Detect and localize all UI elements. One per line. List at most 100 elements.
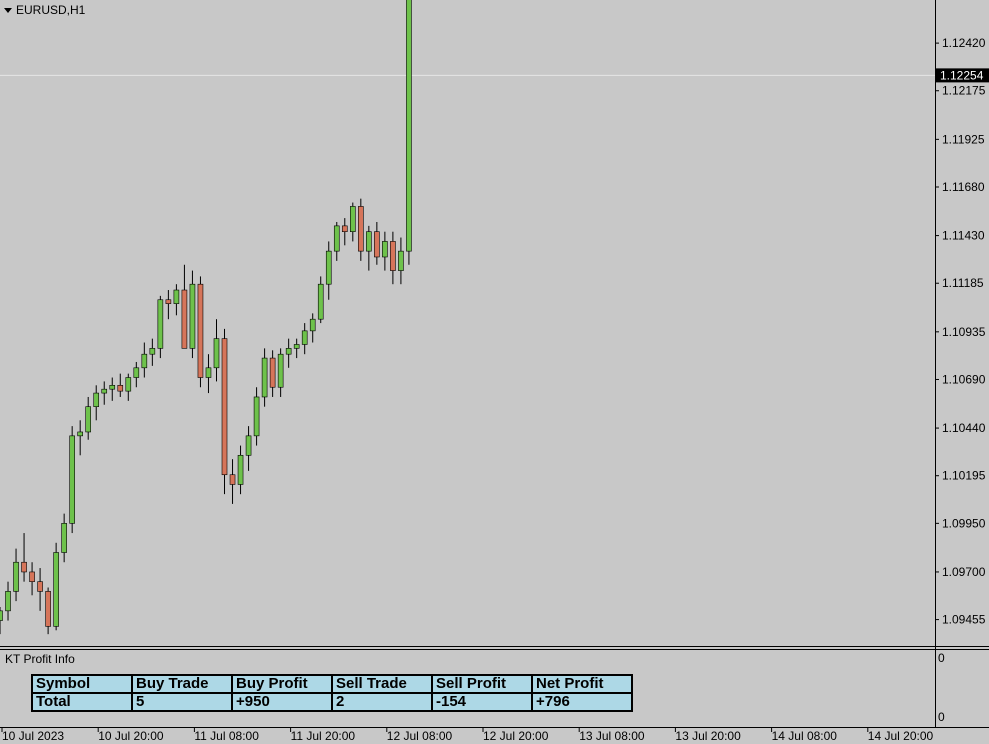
header-cell-net-profit: Net Profit <box>531 674 633 694</box>
candle-body-bull <box>349 206 356 233</box>
candle-body-bear <box>21 561 27 573</box>
candle-body-bear <box>358 206 364 252</box>
symbol-timeframe-label[interactable]: EURUSD,H1 <box>4 3 85 17</box>
candle-body-bear <box>197 283 204 378</box>
candle-body-bull <box>53 552 59 627</box>
price-tick-label: 1.12420 <box>942 36 986 50</box>
candle-body-bull <box>189 283 196 349</box>
total-cell-buy-profit: +950 <box>231 692 333 712</box>
candle-body-bull <box>245 435 252 456</box>
time-tick-label: 10 Jul 20:00 <box>98 729 164 743</box>
candle-body-bull <box>141 353 148 369</box>
price-tick-label: 1.11680 <box>942 180 985 194</box>
candle-body-bull <box>69 435 75 524</box>
candle-body-bear <box>221 338 228 476</box>
price-tick-label: 1.12175 <box>942 84 986 98</box>
candle-body-bull <box>101 388 108 394</box>
current-price-tag-text: 1.12254 <box>940 68 984 82</box>
chart-background <box>0 0 989 744</box>
profit-info-table: Symbol Buy Trade Buy Profit Sell Trade S… <box>31 674 633 712</box>
price-tick-label: 1.11925 <box>942 132 985 146</box>
candle-body-bull <box>406 0 412 252</box>
candle-body-bull <box>382 241 388 258</box>
candle-body-bull <box>173 289 180 304</box>
candle-body-bull <box>205 367 212 378</box>
candle-body-bull <box>237 454 244 485</box>
time-tick-label: 12 Jul 20:00 <box>483 729 549 743</box>
price-tick-label: 1.10440 <box>942 421 986 435</box>
candle-body-bull <box>325 250 332 285</box>
time-tick-label: 11 Jul 08:00 <box>194 729 259 743</box>
symbol-timeframe-text: EURUSD,H1 <box>16 3 86 17</box>
candle-body-bear <box>390 241 396 271</box>
price-tick-label: 1.09950 <box>942 516 986 530</box>
candle-body-bull <box>317 283 324 320</box>
price-chart[interactable]: 1.12420 1.12175 1.11925 1.11680 1.11430 1.111… <box>0 0 989 744</box>
header-cell-buy-profit: Buy Profit <box>231 674 333 694</box>
header-cell-sell-trade: Sell Trade <box>331 674 433 694</box>
header-cell-buy-trade: Buy Trade <box>131 674 233 694</box>
candle-body-bull <box>13 561 19 592</box>
price-tick-label: 1.11430 <box>942 229 985 243</box>
candle-body-bull <box>293 344 300 349</box>
candle-body-bull <box>109 385 116 390</box>
candle-body-bear <box>341 225 348 233</box>
candle-body-bear <box>165 299 172 304</box>
candle-body-bull <box>366 231 372 252</box>
time-tick-label: 13 Jul 08:00 <box>579 729 645 743</box>
candle-body-bear <box>229 474 236 485</box>
dropdown-triangle-icon[interactable] <box>4 7 12 13</box>
total-cell-net-profit: +796 <box>531 692 633 712</box>
time-tick-label: 11 Jul 20:00 <box>291 729 356 743</box>
indicator-tick-label: 0 <box>938 651 945 665</box>
candle-body-bear <box>45 591 51 627</box>
candle-body-bull <box>398 250 404 271</box>
price-tick-label: 1.09455 <box>942 613 986 627</box>
candle-body-bull <box>149 348 156 355</box>
time-tick-label: 10 Jul 2023 <box>2 729 64 743</box>
candle-body-bull <box>61 523 67 553</box>
candle-body-bull <box>261 357 268 398</box>
candle-body-bull <box>0 610 3 621</box>
candle-body-bear <box>117 385 124 392</box>
candle-body-bull <box>77 431 83 437</box>
candle-body-bear <box>181 289 188 349</box>
table-total-row: Total 5 +950 2 -154 +796 <box>31 692 633 712</box>
price-tick-label: 1.10935 <box>942 325 986 339</box>
candle-body-bull <box>157 299 164 349</box>
price-tick-label: 1.10195 <box>942 469 986 483</box>
candle-body-bull <box>133 367 140 378</box>
current-price-tag: 1.12254 <box>936 68 989 83</box>
candle-body-bull <box>85 406 91 433</box>
total-cell-sell-profit: -154 <box>431 692 533 712</box>
price-tick-label: 1.10690 <box>942 372 986 386</box>
time-tick-label: 14 Jul 08:00 <box>772 729 838 743</box>
candle-body-bull <box>333 225 340 252</box>
candle-body-bull <box>301 330 308 345</box>
price-tick-label: 1.09700 <box>942 565 986 579</box>
candle-body-bear <box>374 231 380 258</box>
candle-body-bull <box>125 377 132 392</box>
table-header-row: Symbol Buy Trade Buy Profit Sell Trade S… <box>31 674 633 694</box>
header-cell-symbol: Symbol <box>31 674 133 694</box>
candle-body-bear <box>29 571 35 582</box>
total-cell-buy-trade: 5 <box>131 692 233 712</box>
candle-body-bull <box>253 396 260 437</box>
candle-body-bull <box>309 318 316 332</box>
candle-body-bull <box>213 338 220 369</box>
total-cell-sell-trade: 2 <box>331 692 433 712</box>
price-tick-label: 1.11185 <box>942 276 984 290</box>
indicator-tick-label: 0 <box>938 710 945 724</box>
time-tick-label: 12 Jul 08:00 <box>387 729 453 743</box>
candle-body-bull <box>277 353 284 388</box>
indicator-name-label: KT Profit Info <box>5 652 75 666</box>
candle-body-bull <box>93 392 100 407</box>
candle-body-bear <box>37 581 43 592</box>
total-cell-symbol: Total <box>31 692 133 712</box>
candle-body-bear <box>269 357 276 388</box>
header-cell-sell-profit: Sell Profit <box>431 674 533 694</box>
candle-body-bull <box>285 348 292 355</box>
time-tick-label: 14 Jul 20:00 <box>868 729 934 743</box>
time-tick-label: 13 Jul 20:00 <box>675 729 741 743</box>
candle-body-bull <box>5 591 11 612</box>
